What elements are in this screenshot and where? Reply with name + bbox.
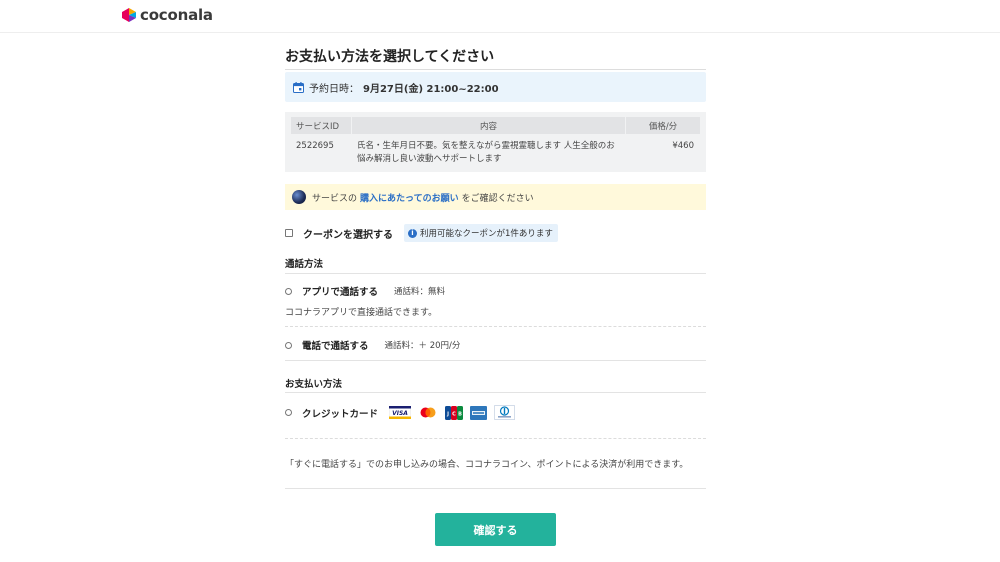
confirm-button[interactable]: 確認する	[435, 513, 556, 546]
coupon-availability-badge: i 利用可能なクーポンが1件あります	[404, 224, 558, 242]
option-divider	[285, 326, 706, 327]
column-header-price: 価格/分	[626, 117, 700, 134]
coconala-logo-icon	[122, 8, 136, 22]
payment-note: 「すぐに電話する」でのお申し込みの場合、ココナラコイン、ポイントによる決済が利用…	[285, 460, 689, 470]
coupon-checkbox[interactable]	[285, 229, 293, 237]
call-option-phone[interactable]: 電話で通話する 通話料：＋ 20円/分	[285, 338, 460, 352]
column-header-content: 内容	[351, 117, 626, 134]
footer-divider	[285, 488, 706, 489]
credit-card-label[interactable]: クレジットカード	[302, 406, 378, 420]
payment-method-title: お支払い方法	[285, 379, 343, 390]
service-price-cell: ¥460	[672, 141, 694, 151]
jcb-icon: J C B	[445, 405, 464, 420]
mastercard-icon	[418, 406, 438, 419]
coupon-label[interactable]: クーポンを選択する	[303, 226, 393, 241]
payment-divider	[285, 438, 706, 439]
card-brand-logos: VISA J C B	[389, 405, 522, 420]
svg-text:VISA: VISA	[392, 410, 408, 417]
call-phone-label[interactable]: 電話で通話する	[302, 338, 369, 352]
title-divider	[285, 69, 706, 70]
call-app-radio[interactable]	[285, 287, 292, 295]
call-option-app[interactable]: アプリで通話する 通話料：無料	[285, 284, 445, 298]
call-app-label[interactable]: アプリで通話する	[302, 284, 378, 298]
call-phone-radio[interactable]	[285, 341, 292, 349]
svg-text:J: J	[446, 411, 449, 417]
service-summary: サービスID 内容 価格/分 2522695 氏名・生年月日不要。気を整えながら…	[285, 112, 706, 172]
call-method-title: 通話方法	[285, 259, 324, 270]
service-content-cell: 氏名・生年月日不要。気を整えながら霊視霊聴します 人生全般のお悩み解消し良い波動…	[357, 141, 615, 164]
notice-suffix: をご確認ください	[461, 193, 534, 204]
table-row: 2522695 氏名・生年月日不要。気を整えながら霊視霊聴します 人生全般のお悩…	[291, 134, 700, 166]
info-icon: i	[408, 228, 417, 238]
call-app-fee: 通話料：無料	[394, 287, 446, 297]
diners-icon	[494, 405, 516, 420]
payment-option-credit-card[interactable]: クレジットカード VISA J C B	[285, 405, 522, 420]
visa-icon: VISA	[389, 406, 412, 419]
brand-name: coconala	[140, 6, 213, 24]
page-title: お支払い方法を選択してください	[285, 49, 495, 65]
seller-avatar	[292, 190, 306, 204]
service-id-cell: 2522695	[296, 141, 334, 151]
svg-text:C: C	[452, 411, 456, 417]
schedule-label: 予約日時：	[309, 83, 359, 95]
amex-icon	[470, 405, 488, 420]
site-logo[interactable]: coconala	[122, 6, 213, 24]
purchase-guidelines-link[interactable]: 購入にあたってのお願い	[360, 191, 459, 204]
coupon-info-text: 利用可能なクーポンが1件あります	[420, 229, 553, 239]
purchase-notice: サービスの 購入にあたってのお願い をご確認ください	[285, 184, 706, 210]
call-phone-fee: 通話料：＋ 20円/分	[384, 341, 461, 351]
site-header: coconala	[0, 0, 1000, 33]
payment-method-divider	[285, 392, 706, 393]
schedule-value: 9月27日(金) 21:00~22:00	[363, 83, 499, 95]
call-method-divider	[285, 273, 706, 274]
column-header-service-id: サービスID	[291, 117, 351, 134]
credit-card-radio[interactable]	[285, 409, 292, 416]
section-divider	[285, 360, 706, 361]
notice-prefix: サービスの	[312, 193, 358, 204]
coupon-row: クーポンを選択する i 利用可能なクーポンが1件あります	[285, 223, 558, 243]
schedule-banner: 予約日時： 9月27日(金) 21:00~22:00	[285, 72, 706, 102]
service-table: サービスID 内容 価格/分 2522695 氏名・生年月日不要。気を整えながら…	[291, 117, 700, 166]
svg-text:B: B	[458, 411, 462, 417]
call-app-description: ココナラアプリで直接通話できます。	[285, 308, 438, 318]
calendar-icon	[293, 81, 304, 93]
